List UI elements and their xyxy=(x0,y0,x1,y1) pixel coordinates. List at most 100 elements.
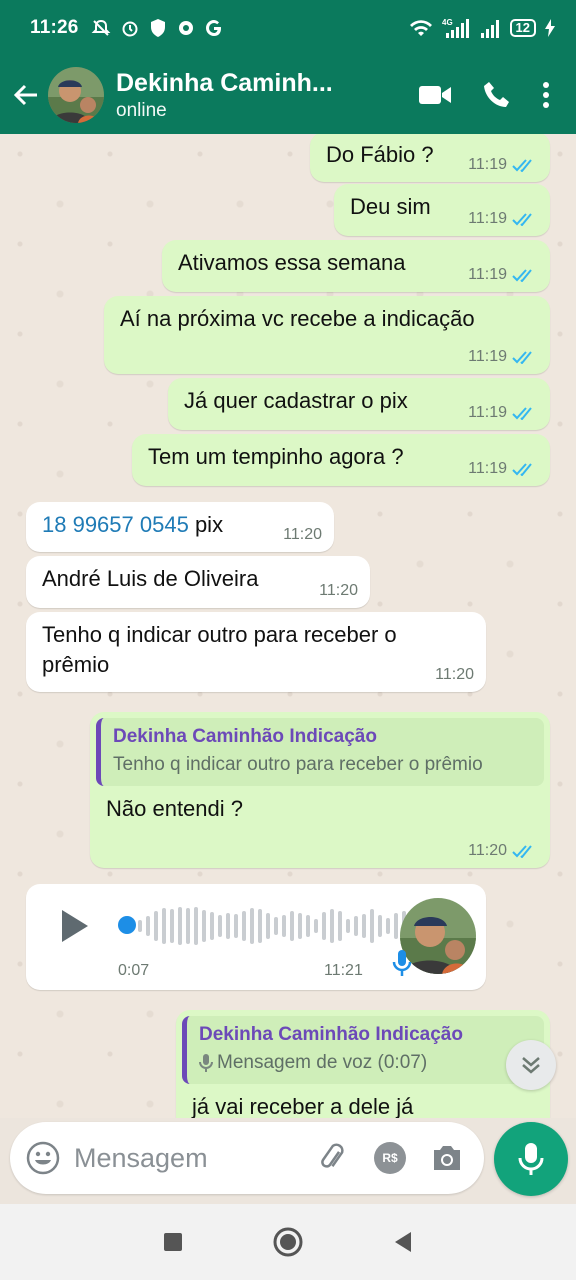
microphone-icon xyxy=(518,1143,544,1175)
message-text: André Luis de Oliveira xyxy=(42,566,259,591)
quoted-text: Mensagem de voz (0:07) xyxy=(217,1052,428,1073)
double-check-read-icon xyxy=(512,845,532,858)
message-meta: 11:20 xyxy=(435,666,474,684)
double-check-read-icon xyxy=(512,463,532,476)
battery-level: 12 xyxy=(509,19,536,37)
double-check-read-icon xyxy=(512,407,532,420)
message-text: já vai receber a dele já xyxy=(192,1094,414,1118)
voice-duration: 0:07 xyxy=(118,962,150,979)
message-time: 11:19 xyxy=(468,460,507,477)
back-triangle-icon[interactable] xyxy=(393,1231,413,1253)
contact-name: Dekinha Caminh... xyxy=(116,68,333,97)
message-time: 11:19 xyxy=(468,348,507,365)
alarm-icon xyxy=(122,21,138,37)
message-text: Não entendi ? xyxy=(106,796,243,821)
quoted-text: Tenho q indicar outro para receber o prê… xyxy=(113,754,483,775)
voice-message-bubble[interactable]: 0:07 11:21 xyxy=(26,884,486,990)
message-bubble-outgoing[interactable]: Ativamos essa semana 11:19 xyxy=(162,240,550,292)
message-bubble-incoming[interactable]: 18 99657 0545 pix 11:20 xyxy=(26,502,334,552)
message-meta: 11:19 xyxy=(468,266,536,284)
message-bubble-outgoing-reply[interactable]: Dekinha Caminhão Indicação Tenho q indic… xyxy=(90,712,550,868)
message-input[interactable]: Mensagem xyxy=(74,1143,316,1174)
message-bubble-outgoing[interactable]: Deu sim 11:19 xyxy=(334,184,550,236)
chat-header: Dekinha Caminh... online xyxy=(0,56,576,134)
contact-avatar[interactable] xyxy=(48,67,104,123)
message-bubble-outgoing[interactable]: Já quer cadastrar o pix 11:19 xyxy=(168,378,550,430)
header-actions xyxy=(418,80,550,110)
message-bubble-incoming[interactable]: André Luis de Oliveira 11:20 xyxy=(26,556,370,608)
contact-avatar-photo-icon xyxy=(48,67,104,123)
message-time: 11:20 xyxy=(435,666,474,683)
message-bubble-incoming[interactable]: Tenho q indicar outro para receber o prê… xyxy=(26,612,486,692)
attach-paperclip-icon[interactable] xyxy=(316,1141,350,1175)
recents-square-icon[interactable] xyxy=(163,1232,183,1252)
status-system-icons: 4G 12 xyxy=(408,17,556,39)
quoted-author: Dekinha Caminhão Indicação xyxy=(199,1024,463,1045)
double-check-read-icon xyxy=(512,269,532,282)
back-button[interactable] xyxy=(4,80,48,110)
message-meta: 11:19 xyxy=(468,156,536,174)
quoted-message[interactable]: Dekinha Caminhão Indicação Mensagem de v… xyxy=(182,1016,544,1084)
microphone-badge-icon xyxy=(392,950,412,976)
status-time: 11:26 xyxy=(30,17,79,38)
message-time: 11:20 xyxy=(468,842,507,859)
double-chevron-down-icon xyxy=(522,1057,540,1074)
arrow-left-icon xyxy=(13,84,37,106)
message-meta: 11:19 xyxy=(468,348,536,366)
message-meta: 11:20 xyxy=(468,842,536,860)
message-time: 11:20 xyxy=(283,526,322,543)
message-bubble-outgoing[interactable]: Aí na próxima vc recebe a indicação 11:1… xyxy=(104,296,550,374)
settings-gear-icon xyxy=(178,21,193,35)
google-g-icon xyxy=(205,20,221,36)
quoted-message[interactable]: Dekinha Caminhão Indicação Tenho q indic… xyxy=(96,718,544,786)
contact-status: online xyxy=(116,99,167,121)
message-time: 11:21 xyxy=(324,962,363,979)
shield-icon xyxy=(150,19,165,37)
quoted-author: Dekinha Caminhão Indicação xyxy=(113,726,377,747)
muted-bell-icon xyxy=(91,19,110,36)
message-bubble-outgoing[interactable]: Tem um tempinho agora ? 11:19 xyxy=(132,434,550,486)
message-bubble-outgoing-reply[interactable]: Dekinha Caminhão Indicação Mensagem de v… xyxy=(176,1010,550,1118)
signal-4g-icon: 4G xyxy=(442,18,469,38)
double-check-read-icon xyxy=(512,351,532,364)
message-text: Tenho q indicar outro para receber o prê… xyxy=(42,622,397,677)
status-bar: 11:26 4G 12 xyxy=(0,0,576,56)
svg-text:4G: 4G xyxy=(442,18,453,27)
camera-icon[interactable] xyxy=(430,1143,464,1173)
voice-waveform[interactable] xyxy=(138,906,430,946)
message-time: 11:19 xyxy=(468,266,507,283)
double-check-read-icon xyxy=(512,159,532,172)
emoji-icon[interactable] xyxy=(26,1141,60,1175)
double-check-read-icon xyxy=(512,213,532,226)
video-call-icon[interactable] xyxy=(418,83,452,107)
scroll-to-bottom-button[interactable] xyxy=(506,1040,556,1090)
status-notification-icons xyxy=(91,18,223,38)
play-icon[interactable] xyxy=(60,908,90,944)
message-meta: 11:19 xyxy=(468,404,536,422)
message-text-suffix: pix xyxy=(188,512,224,537)
wifi-icon xyxy=(409,20,432,36)
charging-bolt-icon xyxy=(545,19,555,37)
quoted-voice-label: Mensagem de voz (0:07) xyxy=(199,1050,532,1076)
message-text: 18 99657 0545 pix xyxy=(42,510,318,540)
more-options-icon[interactable] xyxy=(542,81,550,109)
payment-button[interactable]: R$ xyxy=(374,1142,406,1174)
message-meta: 11:19 xyxy=(468,210,536,228)
message-time: 11:19 xyxy=(468,156,507,173)
composer-actions: R$ xyxy=(316,1141,464,1175)
phone-number-link[interactable]: 18 99657 0545 xyxy=(42,512,189,537)
voice-call-icon[interactable] xyxy=(482,80,512,110)
message-bubble-outgoing[interactable]: Do Fábio ? 11:19 xyxy=(310,134,550,182)
message-meta: 11:20 xyxy=(319,582,358,600)
message-meta: 11:19 xyxy=(468,460,536,478)
chat-messages-area[interactable]: Do Fábio ? 11:19 Deu sim 11:19 Ativamos … xyxy=(0,134,576,1118)
message-time: 11:19 xyxy=(468,210,507,227)
system-navigation-bar xyxy=(0,1204,576,1280)
contact-info[interactable]: Dekinha Caminh... online xyxy=(116,69,356,122)
home-circle-icon[interactable] xyxy=(273,1227,303,1257)
record-voice-button[interactable] xyxy=(494,1122,568,1196)
voice-progress-handle[interactable] xyxy=(118,916,136,934)
message-text: Aí na próxima vc recebe a indicação xyxy=(120,306,475,331)
message-meta: 11:20 xyxy=(283,526,322,544)
message-time: 11:19 xyxy=(468,404,507,421)
